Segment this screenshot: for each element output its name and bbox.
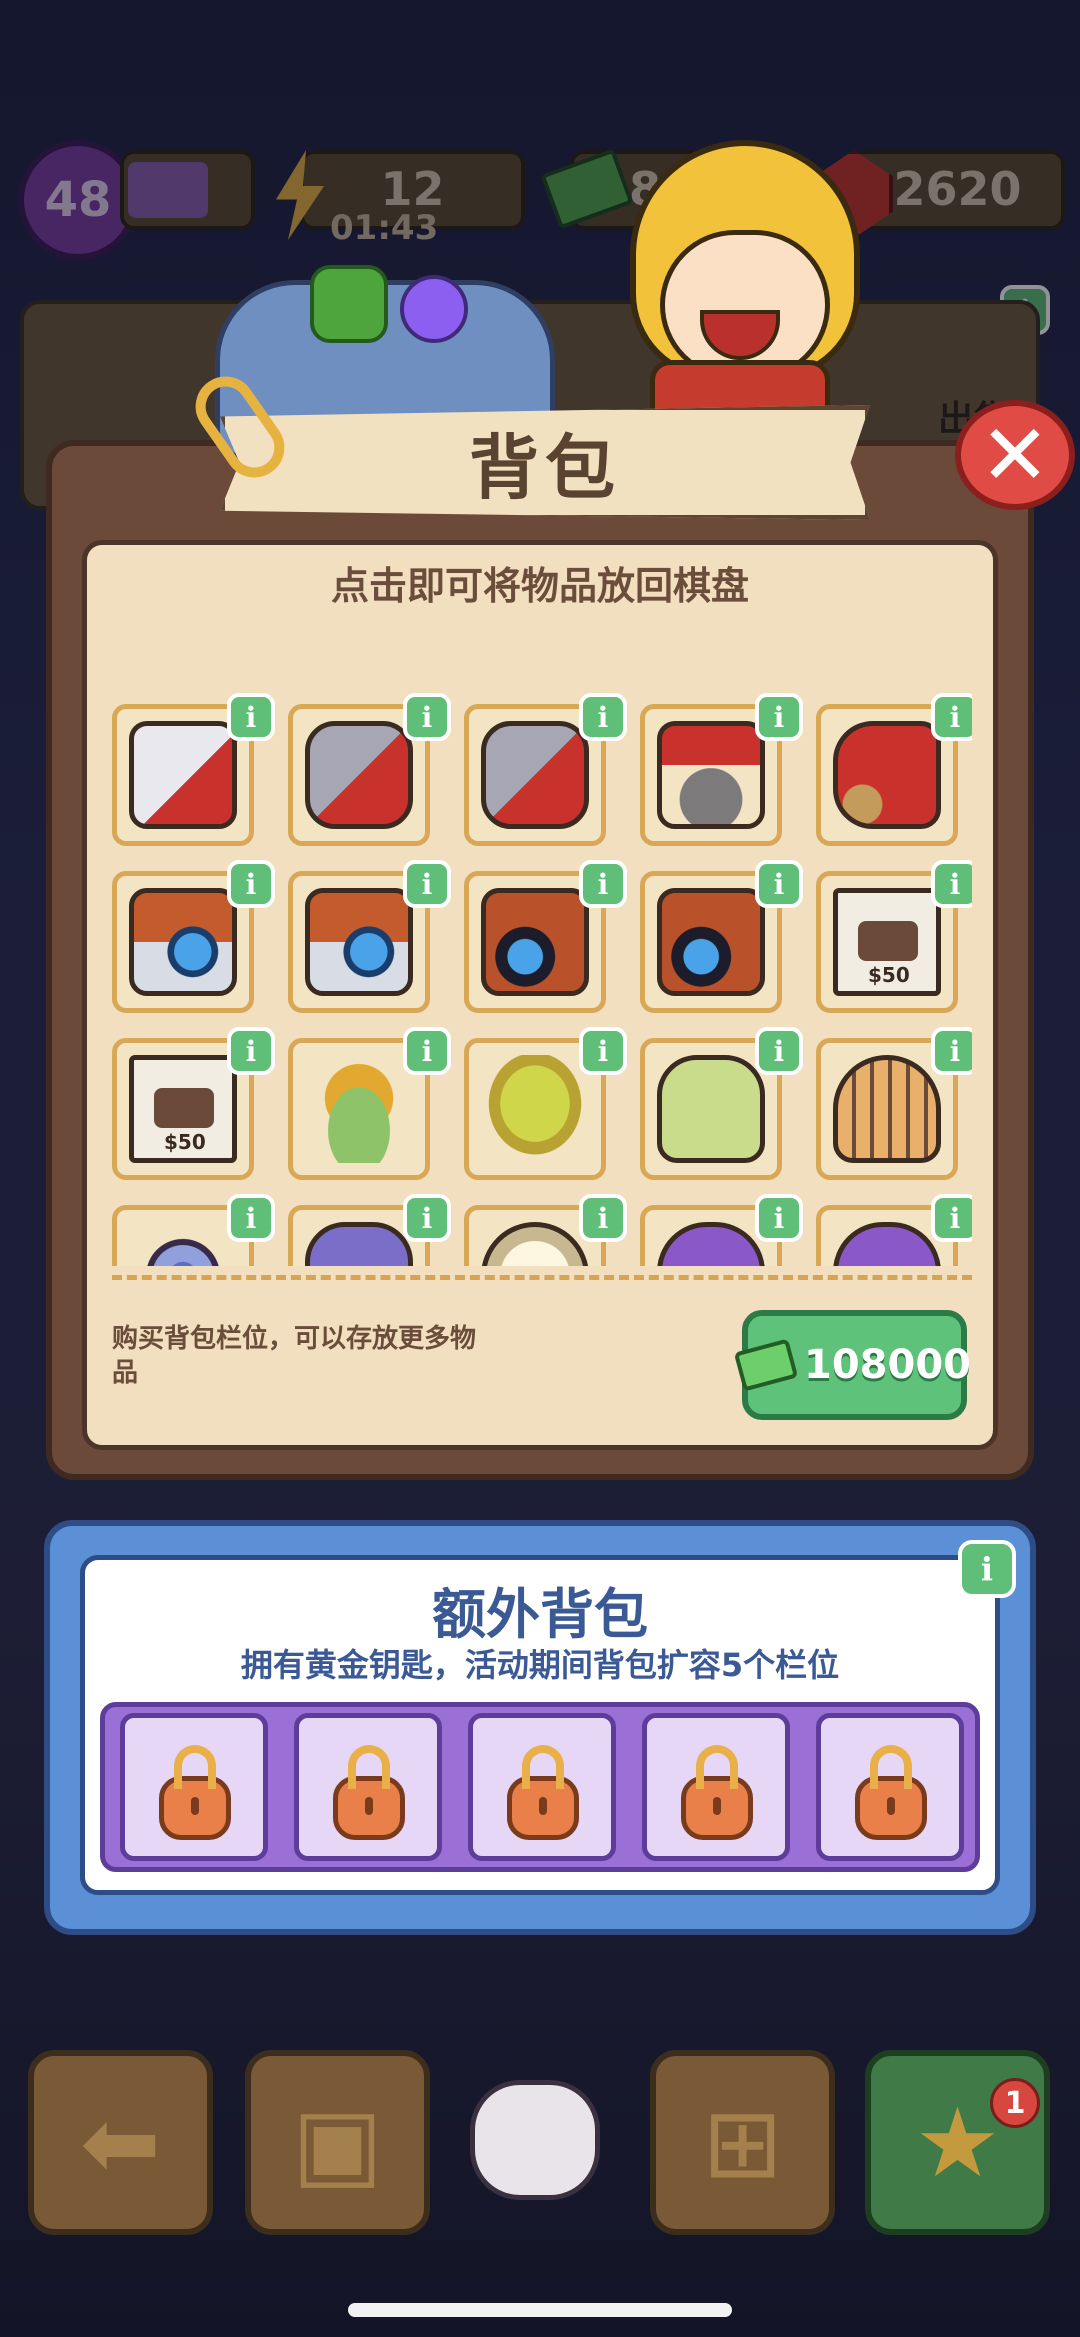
padlock-icon: [681, 1745, 753, 1840]
star-tasks-button[interactable]: ★: [865, 2050, 1050, 2235]
buy-slot-text: 购买背包栏位，可以存放更多物品: [112, 1324, 477, 1388]
plunger-icon: [657, 721, 765, 829]
wheel-icon: [129, 1222, 237, 1266]
astronaut-icon: [481, 1222, 589, 1266]
backpack-slot[interactable]: $50 i: [112, 1027, 275, 1180]
straw-hat-icon: [305, 1055, 413, 1163]
padlock-icon: [333, 1745, 405, 1840]
backpack-button[interactable]: ▣: [245, 2050, 430, 2235]
item-info-icon[interactable]: i: [931, 693, 972, 741]
item-info-icon[interactable]: i: [403, 1194, 451, 1242]
title-banner: 背包: [220, 405, 870, 520]
locked-slot[interactable]: [642, 1713, 790, 1861]
backpack-slot[interactable]: i: [816, 1027, 972, 1180]
backpack-slot[interactable]: i: [816, 1194, 972, 1266]
item-info-icon[interactable]: i: [579, 860, 627, 908]
backpack-slot[interactable]: i: [112, 693, 275, 846]
back-button[interactable]: ⬅: [28, 2050, 213, 2235]
backpack-slot[interactable]: i: [288, 693, 451, 846]
extra-backpack-subtitle: 拥有黄金钥匙，活动期间背包扩容5个栏位: [240, 1646, 840, 1684]
close-icon: ✕: [979, 406, 1051, 504]
arrow-left-icon: ⬅: [80, 2086, 161, 2199]
shop-basket-button[interactable]: ⊞: [650, 2050, 835, 2235]
basket-icon: ⊞: [702, 2086, 783, 2199]
backpack-slot[interactable]: i: [464, 860, 627, 1013]
padlock-icon: [159, 1745, 231, 1840]
backpack-slot[interactable]: i: [464, 1027, 627, 1180]
backpack-slot[interactable]: i: [288, 1027, 451, 1180]
buy-price: 108000: [804, 1342, 971, 1388]
backpack-title: 背包: [469, 427, 621, 509]
item-info-icon[interactable]: i: [755, 860, 803, 908]
camera-icon: [305, 888, 413, 996]
item-info-icon[interactable]: i: [755, 1194, 803, 1242]
poster-price-label: $50: [164, 1130, 206, 1154]
backpack-grid[interactable]: i i i i i i i i i $50 i $50 i i i i i i i i i i: [112, 688, 972, 1266]
item-info-icon[interactable]: i: [579, 1194, 627, 1242]
wanted-poster-icon: $50: [833, 888, 941, 996]
cart-icon: [833, 721, 941, 829]
backpack-slot[interactable]: i: [464, 693, 627, 846]
camera-icon: [129, 888, 237, 996]
bicycle-icon: [305, 1222, 413, 1266]
poster-price-label: $50: [868, 963, 910, 987]
item-info-icon[interactable]: i: [755, 1027, 803, 1075]
item-info-icon[interactable]: i: [931, 860, 972, 908]
bunny-icon: [833, 1222, 941, 1266]
home-indicator[interactable]: [348, 2303, 732, 2317]
pro-camera-icon: [481, 888, 589, 996]
item-info-icon[interactable]: i: [403, 1027, 451, 1075]
lotion-bottle-icon: [657, 1055, 765, 1163]
backpack-slot[interactable]: i: [640, 860, 803, 1013]
energy-orb-icon: [400, 275, 468, 343]
cash-icon: [733, 1338, 799, 1392]
backpack-hint: 点击即可将物品放回棋盘: [330, 564, 749, 608]
buy-slot-button[interactable]: 108000: [733, 1310, 971, 1420]
extra-info-icon[interactable]: i: [958, 1540, 1016, 1598]
item-info-icon[interactable]: i: [755, 693, 803, 741]
locked-slot[interactable]: [816, 1713, 964, 1861]
cactus-icon: [310, 265, 388, 343]
tiger-figure-icon: [833, 1055, 941, 1163]
locked-slot[interactable]: [468, 1713, 616, 1861]
pro-camera-icon: [657, 888, 765, 996]
backpack-slot[interactable]: $50 i: [816, 860, 972, 1013]
item-info-icon[interactable]: i: [931, 1194, 972, 1242]
backpack-slot[interactable]: i: [640, 1027, 803, 1180]
padlock-icon: [855, 1745, 927, 1840]
locked-slot[interactable]: [294, 1713, 442, 1861]
extra-backpack-title: 额外背包: [432, 1583, 648, 1646]
backpack-slot[interactable]: i: [464, 1194, 627, 1266]
toilet-icon: [481, 1055, 589, 1163]
hand-saw-icon: [129, 721, 237, 829]
backpack-slot[interactable]: i: [288, 1194, 451, 1266]
item-info-icon[interactable]: i: [403, 693, 451, 741]
backpack-slot[interactable]: i: [112, 860, 275, 1013]
item-info-icon[interactable]: i: [227, 1194, 275, 1242]
item-info-icon[interactable]: i: [579, 1027, 627, 1075]
hacksaw-icon: [481, 721, 589, 829]
glove-icon: [470, 2080, 600, 2200]
wanted-poster-icon: $50: [129, 1055, 237, 1163]
backpack-icon: ▣: [292, 2086, 383, 2199]
backpack-slot[interactable]: i: [640, 1194, 803, 1266]
item-info-icon[interactable]: i: [227, 693, 275, 741]
bunny-icon: [657, 1222, 765, 1266]
backpack-slot[interactable]: i: [640, 693, 803, 846]
item-info-icon[interactable]: i: [227, 1027, 275, 1075]
item-info-icon[interactable]: i: [403, 860, 451, 908]
item-info-icon[interactable]: i: [579, 693, 627, 741]
backpack-slot[interactable]: i: [112, 1194, 275, 1266]
notification-badge: 1: [990, 2078, 1040, 2128]
hacksaw-icon: [305, 721, 413, 829]
locked-slot[interactable]: [120, 1713, 268, 1861]
backpack-slot[interactable]: i: [816, 693, 972, 846]
backpack-slot[interactable]: i: [288, 860, 451, 1013]
item-info-icon[interactable]: i: [227, 860, 275, 908]
close-button[interactable]: ✕: [955, 400, 1075, 510]
grid-divider: [112, 1275, 972, 1280]
item-info-icon[interactable]: i: [931, 1027, 972, 1075]
padlock-icon: [507, 1745, 579, 1840]
